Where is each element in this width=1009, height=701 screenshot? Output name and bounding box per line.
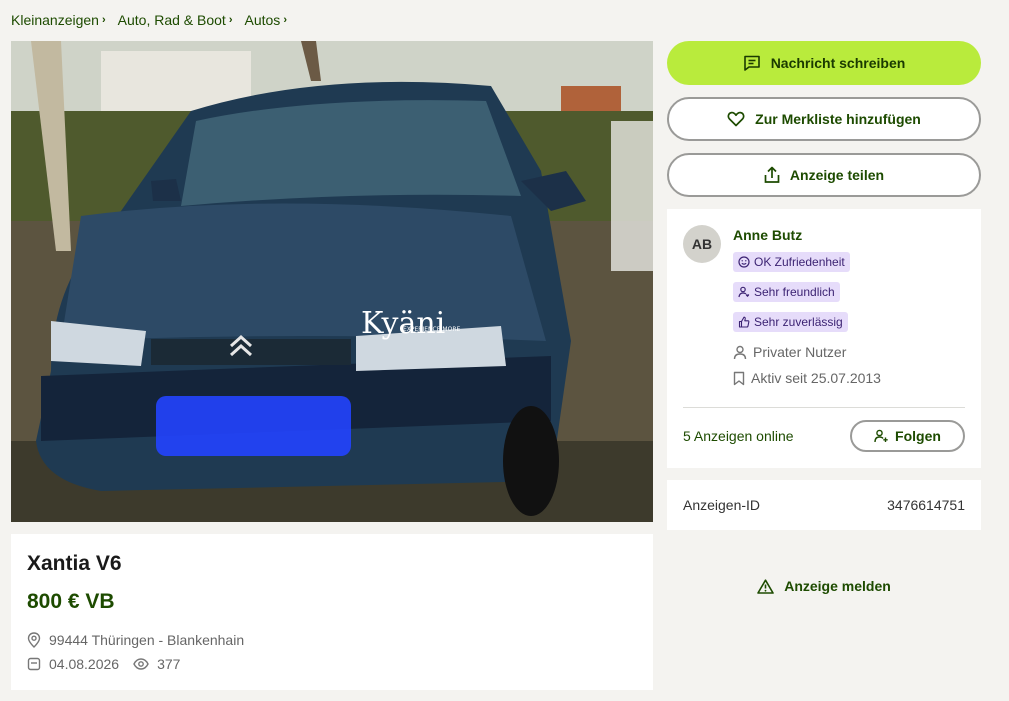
warning-icon xyxy=(757,578,775,594)
seller-avatar[interactable]: AB xyxy=(683,225,721,263)
share-listing-label: Anzeige teilen xyxy=(789,167,885,183)
seller-name[interactable]: Anne Butz xyxy=(733,227,802,243)
ad-id-box: Anzeigen-ID 3476614751 xyxy=(667,480,981,530)
share-icon xyxy=(764,166,780,183)
listing-location: 99444 Thüringen - Blankenhain xyxy=(27,632,637,648)
photo-emblem-text: Kyäni xyxy=(361,306,445,341)
seller-card: AB Anne Butz OK Zufriedenheit Sehr freun… xyxy=(667,209,981,468)
listing-photo[interactable]: Kyäni EXPERIENCE MORE xyxy=(11,41,653,522)
add-to-watchlist-button[interactable]: Zur Merkliste hinzufügen xyxy=(667,97,981,141)
ad-id-label: Anzeigen-ID xyxy=(683,497,761,513)
listing-views: 377 xyxy=(157,656,181,672)
breadcrumb: Kleinanzeigen › Auto, Rad & Boot › Autos › xyxy=(11,12,287,28)
message-icon xyxy=(743,55,760,71)
ad-id-value: 3476614751 xyxy=(887,497,965,513)
breadcrumb-item-kleinanzeigen[interactable]: Kleinanzeigen › xyxy=(11,12,106,28)
calendar-icon xyxy=(27,657,41,671)
seller-type: Privater Nutzer xyxy=(733,344,846,360)
listing-date: 04.08.2026 xyxy=(49,656,120,672)
listing-price: 800 € VB xyxy=(27,590,115,613)
send-message-label: Nachricht schreiben xyxy=(770,55,906,71)
follow-button[interactable]: Folgen xyxy=(850,420,965,452)
chevron-right-icon: › xyxy=(283,14,287,26)
send-message-button[interactable]: Nachricht schreiben xyxy=(667,41,981,85)
photo-emblem-subtext: EXPERIENCE MORE xyxy=(403,326,460,333)
car-photo-illustration: Kyäni EXPERIENCE MORE xyxy=(11,41,653,522)
user-icon xyxy=(733,345,747,359)
listing-info-card: Xantia V6 800 € VB 99444 Thüringen - Bla… xyxy=(11,534,653,690)
bookmark-icon xyxy=(733,371,745,385)
badge-satisfaction: OK Zufriedenheit xyxy=(733,252,850,272)
location-pin-icon xyxy=(27,632,41,648)
report-listing-label: Anzeige melden xyxy=(784,578,891,594)
breadcrumb-item-auto-rad-boot[interactable]: Auto, Rad & Boot › xyxy=(118,12,233,28)
eye-icon xyxy=(133,658,149,670)
location-text: 99444 Thüringen - Blankenhain xyxy=(49,632,245,648)
listing-title: Xantia V6 xyxy=(27,552,122,575)
badge-reliable: Sehr zuverlässig xyxy=(733,312,848,332)
add-to-watchlist-label: Zur Merkliste hinzufügen xyxy=(755,111,921,127)
seller-active-since: Aktiv seit 25.07.2013 xyxy=(733,370,881,386)
thumbs-up-icon xyxy=(738,316,750,328)
seller-ads-online-link[interactable]: 5 Anzeigen online xyxy=(683,428,794,444)
badge-friendly: Sehr freundlich xyxy=(733,282,840,302)
user-plus-icon xyxy=(874,429,888,443)
seller-divider xyxy=(683,407,965,408)
share-listing-button[interactable]: Anzeige teilen xyxy=(667,153,981,197)
smiley-icon xyxy=(738,256,750,268)
person-heart-icon xyxy=(738,286,750,298)
report-listing-button[interactable]: Anzeige melden xyxy=(667,576,981,596)
chevron-right-icon: › xyxy=(101,14,106,26)
chevron-right-icon: › xyxy=(228,14,233,26)
breadcrumb-item-autos[interactable]: Autos › xyxy=(245,12,287,28)
listing-meta-row: 04.08.2026 377 xyxy=(27,656,637,672)
heart-icon xyxy=(727,111,745,127)
